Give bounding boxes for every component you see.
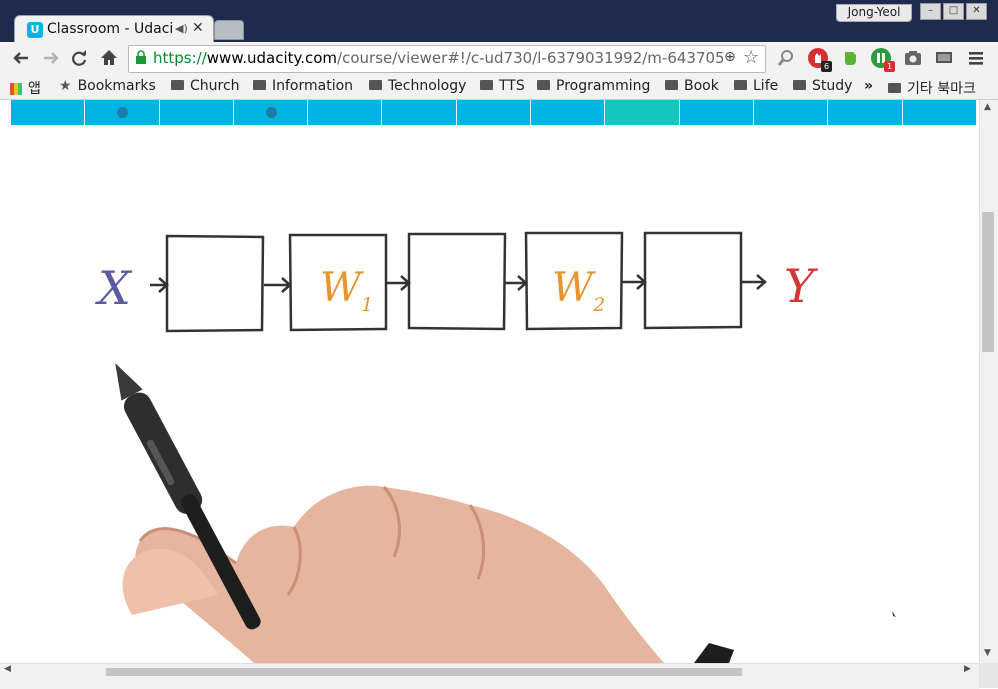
progress-segment[interactable] [679, 100, 754, 125]
video-viewer: X W1 W2 Y [4, 100, 979, 663]
minimize-button[interactable]: – [920, 3, 941, 20]
menu-icon[interactable] [966, 48, 986, 68]
star-icon: ★ [59, 78, 72, 94]
bookmark-bookmarks[interactable]: ★ Bookmarks [59, 78, 156, 95]
forward-icon[interactable] [40, 48, 62, 68]
profile-button[interactable]: Jong-Yeol [836, 4, 912, 22]
bookmark-programming[interactable]: Programming [537, 78, 650, 95]
bookmark-technology[interactable]: Technology [369, 78, 466, 95]
bookmark-book[interactable]: Book [665, 78, 719, 95]
progress-segment[interactable] [753, 100, 829, 125]
bookmark-life[interactable]: Life [734, 78, 778, 95]
adblock-icon[interactable]: 6 [808, 48, 832, 72]
quiz-marker-dot [265, 107, 277, 118]
folder-icon [253, 80, 266, 90]
camera-icon[interactable] [903, 48, 923, 68]
reload-icon[interactable] [68, 48, 90, 68]
folder-icon [480, 80, 493, 90]
bookmark-tts[interactable]: TTS [480, 78, 525, 95]
progress-segment[interactable] [233, 100, 309, 125]
folder-icon [793, 80, 806, 90]
folder-icon [171, 80, 184, 90]
progress-segment[interactable] [531, 100, 606, 125]
progress-segment[interactable] [382, 100, 457, 125]
quiz-marker-dot [116, 107, 128, 118]
progress-segment[interactable] [902, 100, 977, 125]
folder-icon [537, 80, 550, 90]
diagram-arrows [150, 274, 767, 293]
progress-segment[interactable] [828, 100, 903, 125]
box-3 [407, 232, 507, 331]
progress-segment[interactable] [159, 100, 234, 125]
lecture-video-frame[interactable]: X W1 W2 Y [4, 125, 979, 663]
tab-title: Classroom - Udacity [47, 21, 173, 37]
extension-icon[interactable]: 1 [871, 48, 895, 72]
scroll-left-icon[interactable]: ◀ [4, 664, 11, 674]
scroll-down-icon[interactable]: ▼ [984, 648, 991, 658]
home-icon[interactable] [98, 48, 120, 68]
apps-grid-icon [10, 83, 22, 95]
weight-2-label: W2 [552, 265, 605, 316]
box-1 [165, 234, 265, 333]
folder-icon [369, 80, 382, 90]
weight-1-label: W1 [320, 265, 373, 316]
bookmark-information[interactable]: Information [253, 78, 353, 95]
adblock-badge: 6 [821, 61, 832, 72]
vertical-scroll-thumb[interactable] [982, 212, 994, 352]
bookmark-study[interactable]: Study [793, 78, 852, 95]
evernote-icon[interactable] [840, 48, 860, 68]
zoom-icon[interactable]: ⊕ [724, 49, 736, 65]
horizontal-scrollbar[interactable]: ◀ ▶ [0, 663, 979, 689]
bookmark-other[interactable]: 기타 북마크 [888, 78, 976, 97]
address-bar[interactable]: https://www.udacity.com/course/viewer#!/… [128, 45, 766, 73]
box-5 [643, 231, 743, 330]
screen-icon[interactable] [934, 48, 954, 68]
new-tab-button[interactable] [214, 20, 244, 40]
bookmarks-overflow-button[interactable]: » [864, 78, 873, 95]
udacity-favicon-icon: U [27, 22, 43, 38]
neural-network-diagram: X W1 W2 Y [95, 231, 819, 333]
magnifier-icon[interactable] [776, 48, 796, 68]
close-window-button[interactable]: ✕ [966, 3, 987, 20]
scroll-up-icon[interactable]: ▲ [984, 102, 991, 112]
bookmark-church[interactable]: Church [171, 78, 240, 95]
extension-badge: 1 [884, 61, 895, 72]
lesson-progress-bar [11, 100, 977, 125]
progress-segment[interactable] [85, 100, 160, 125]
bookmark-star-icon[interactable]: ☆ [743, 47, 759, 68]
progress-segment[interactable] [605, 100, 680, 125]
tab-close-icon[interactable]: ✕ [192, 20, 204, 36]
tab-classroom[interactable]: U Classroom - Udacity ◀) ✕ [14, 15, 214, 44]
progress-segment[interactable] [11, 100, 86, 125]
maximize-button[interactable]: □ [943, 3, 964, 20]
scrollbar-corner [979, 663, 998, 688]
progress-segment[interactable] [456, 100, 532, 125]
bookmark-apps[interactable]: 앱 [10, 78, 41, 97]
folder-icon [888, 83, 901, 93]
output-label: Y [784, 259, 819, 313]
url-text: https://www.udacity.com/course/viewer#!/… [153, 49, 723, 67]
folder-icon [665, 80, 678, 90]
presenter-hand-image [115, 363, 896, 663]
progress-segment[interactable] [308, 100, 383, 125]
scroll-right-icon[interactable]: ▶ [964, 664, 971, 674]
input-label: X [95, 261, 133, 315]
lock-icon [136, 50, 146, 64]
vertical-scrollbar[interactable]: ▲ ▼ [979, 100, 998, 663]
bookmarks-bar: 앱 ★ Bookmarks Church Information Technolo… [0, 74, 998, 100]
back-icon[interactable] [10, 48, 32, 68]
folder-icon [734, 80, 747, 90]
horizontal-scroll-thumb[interactable] [106, 668, 742, 676]
diagram-boxes [165, 231, 743, 333]
speaker-icon[interactable]: ◀) [175, 22, 188, 35]
